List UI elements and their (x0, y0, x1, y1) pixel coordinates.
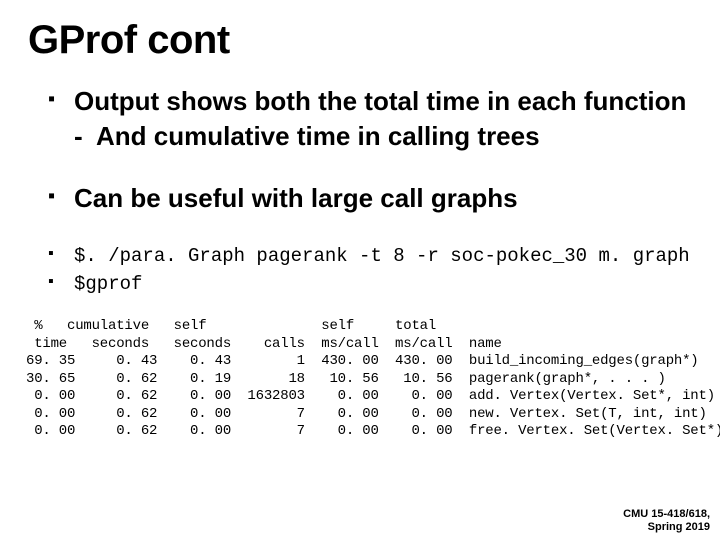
table-row: 30. 65 0. 62 0. 19 18 10. 56 10. 56 page… (26, 371, 666, 387)
sub-bullet-item: And cumulative time in calling trees (74, 120, 692, 153)
sub-bullet-text: And cumulative time in calling trees (96, 121, 540, 151)
bullet-item: Can be useful with large call graphs (48, 182, 692, 215)
table-row: 0. 00 0. 62 0. 00 7 0. 00 0. 00 new. Ver… (26, 406, 707, 422)
table-header-row: % cumulative self self total (26, 318, 526, 334)
footer-term: Spring 2019 (623, 521, 710, 534)
table-row: 0. 00 0. 62 0. 00 7 0. 00 0. 00 free. Ve… (26, 423, 720, 439)
slide-footer: CMU 15-418/618, Spring 2019 (623, 508, 710, 534)
footer-course: CMU 15-418/618, (623, 508, 710, 521)
sub-bullet-list: And cumulative time in calling trees (74, 120, 692, 153)
main-bullet-list: Output shows both the total time in each… (48, 85, 692, 215)
slide: GProf cont Output shows both the total t… (0, 0, 720, 540)
code-bullet-list: $. /para. Graph pagerank -t 8 -r soc-pok… (48, 245, 692, 295)
table-row: 69. 35 0. 43 0. 43 1 430. 00 430. 00 bui… (26, 353, 699, 369)
bullet-text: Output shows both the total time in each… (74, 86, 686, 116)
gprof-output: % cumulative self self total time second… (26, 301, 692, 459)
slide-title: GProf cont (28, 18, 692, 63)
code-line: $gprof (48, 273, 692, 295)
table-header-row: time seconds seconds calls ms/call ms/ca… (26, 336, 535, 352)
table-row: 0. 00 0. 62 0. 00 1632803 0. 00 0. 00 ad… (26, 388, 715, 404)
bullet-item: Output shows both the total time in each… (48, 85, 692, 152)
bullet-text: Can be useful with large call graphs (74, 183, 518, 213)
code-line: $. /para. Graph pagerank -t 8 -r soc-pok… (48, 245, 692, 267)
